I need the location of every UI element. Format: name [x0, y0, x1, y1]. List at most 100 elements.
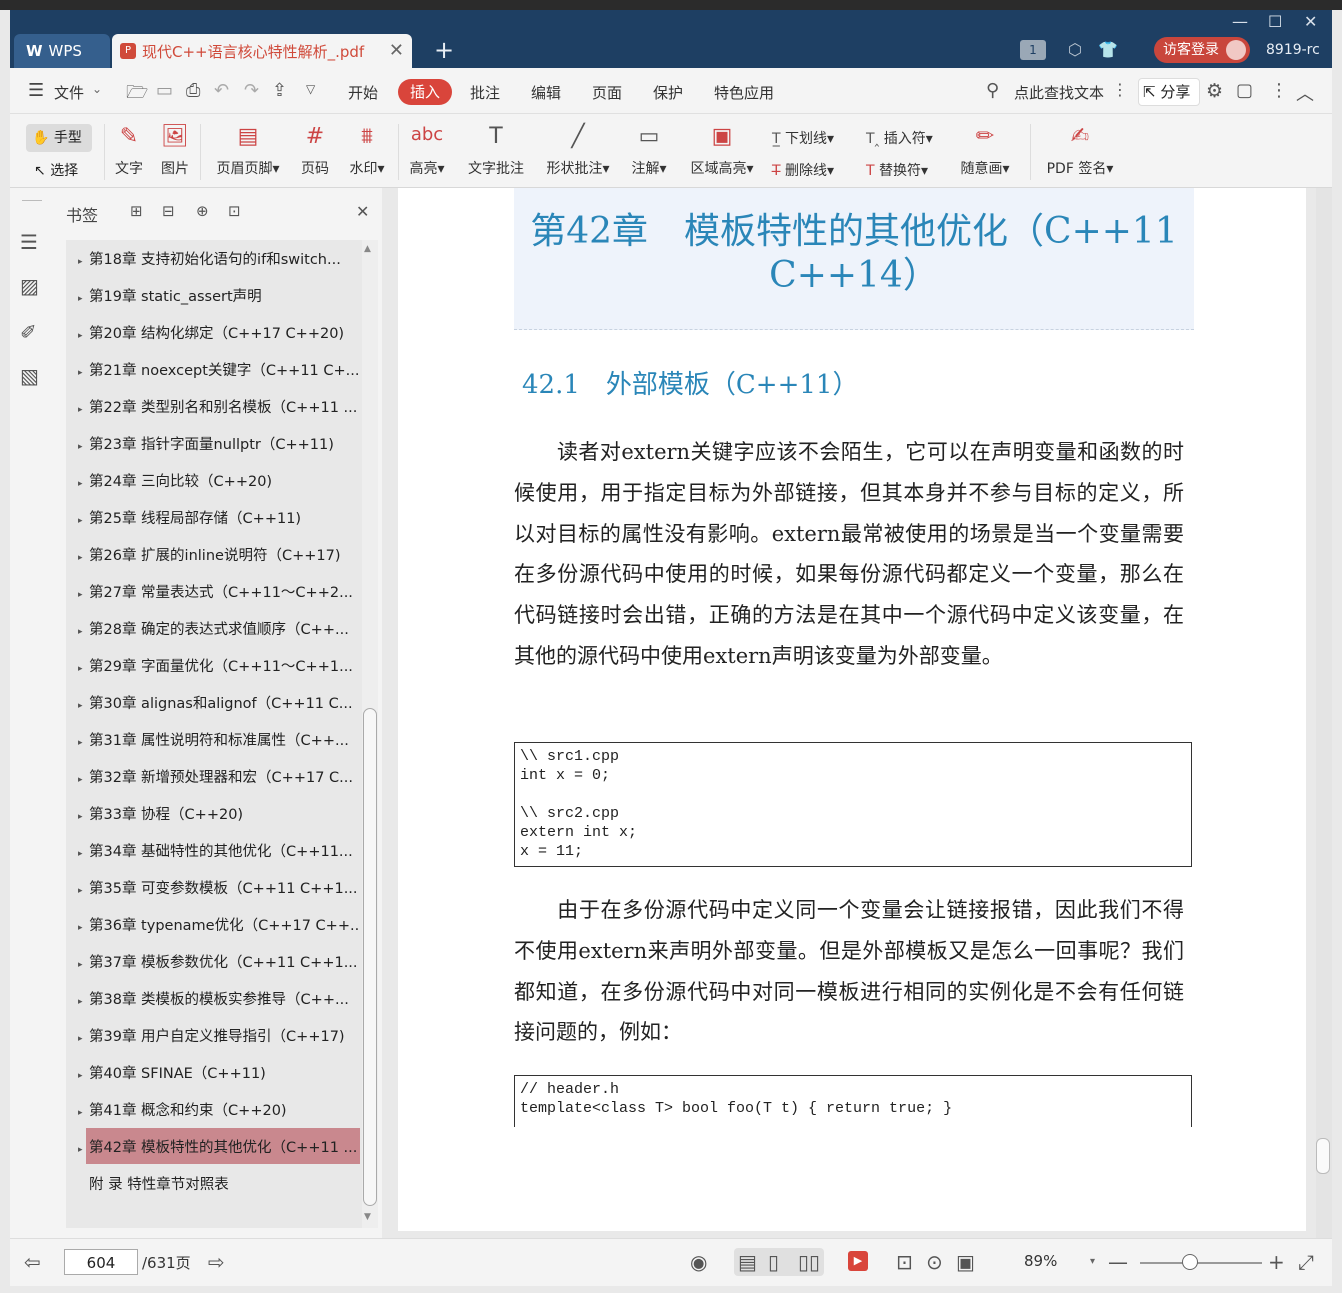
sidebar-bookmark-item[interactable]: ▸ 第20章 结构化绑定（C++17 C++20)	[78, 322, 358, 343]
shirt-icon[interactable]: 👕	[1098, 40, 1118, 59]
collapse-ribbon-icon[interactable]: ︿	[1296, 80, 1314, 106]
select-tool-button[interactable]: ↖ 选择	[34, 160, 78, 180]
document-scrollbar[interactable]	[1316, 188, 1332, 1238]
minimize-button[interactable]: —	[1232, 12, 1248, 31]
search-icon[interactable]: ⚲	[986, 80, 999, 101]
hand-tool-button[interactable]: ✋ 手型	[26, 124, 92, 152]
fit-width-icon[interactable]: ▣	[956, 1250, 975, 1274]
zoom-dropdown-icon[interactable]: ▾	[1090, 1256, 1095, 1267]
annotation-panel-icon[interactable]: ✐	[20, 320, 37, 344]
new-tab-button[interactable]: +	[434, 36, 454, 64]
tab-wps-home[interactable]: W WPS	[14, 34, 110, 68]
strikethrough-button[interactable]: T̶ 删除线▾	[772, 160, 856, 180]
highlight-button[interactable]: abc 高亮▾	[404, 124, 450, 178]
expand-arrow-icon[interactable]: ▸	[78, 442, 83, 452]
expand-arrow-icon[interactable]: ▸	[78, 1034, 83, 1044]
sidebar-bookmark-item[interactable]: ▸ 第39章 用户自定义推导指引（C++17)	[78, 1025, 358, 1046]
expand-arrow-icon[interactable]: ▸	[78, 1145, 83, 1155]
expand-arrow-icon[interactable]: ▸	[78, 960, 83, 970]
expand-arrow-icon[interactable]: ▸	[78, 257, 83, 267]
continuous-view-icon[interactable]: ▤	[738, 1250, 757, 1274]
menu-start[interactable]: 开始	[348, 82, 378, 103]
sidebar-bookmark-item[interactable]: ▸ 第28章 确定的表达式求值顺序（C++...	[78, 618, 358, 639]
close-sidebar-icon[interactable]: ✕	[356, 202, 369, 221]
freehand-button[interactable]: ✏ 随意画▾	[954, 124, 1016, 178]
document-scroll-thumb[interactable]	[1316, 1138, 1330, 1174]
undo-icon[interactable]: ↶	[214, 80, 229, 101]
expand-arrow-icon[interactable]: ▸	[78, 1108, 83, 1118]
shape-annotation-button[interactable]: ╱ 形状批注▾	[540, 124, 616, 178]
area-highlight-button[interactable]: ▣ 区域高亮▾	[684, 124, 760, 178]
expand-arrow-icon[interactable]: ▸	[78, 368, 83, 378]
page-count-badge[interactable]: 1	[1020, 40, 1046, 60]
sidebar-bookmark-item[interactable]: ▸ 第30章 alignas和alignof（C++11 C...	[78, 692, 358, 713]
close-window-button[interactable]: ✕	[1304, 12, 1317, 31]
expand-arrow-icon[interactable]: ▸	[78, 1071, 83, 1081]
expand-arrow-icon[interactable]: ▸	[78, 812, 83, 822]
attachments-icon[interactable]: ▧	[20, 364, 39, 388]
expand-arrow-icon[interactable]: ▸	[78, 701, 83, 711]
hexagon-icon[interactable]: ⬡	[1068, 40, 1082, 59]
settings-gear-icon[interactable]: ⚙	[1206, 80, 1223, 102]
fullscreen-icon[interactable]: ⤢	[1298, 1250, 1314, 1274]
zoom-in-icon[interactable]: +	[1268, 1250, 1285, 1274]
maximize-button[interactable]: ☐	[1268, 12, 1282, 31]
more-vertical-icon[interactable]: ⋮	[1112, 80, 1128, 99]
sidebar-scroll-thumb[interactable]	[363, 708, 377, 1206]
sidebar-bookmark-item[interactable]: ▸ 第27章 常量表达式（C++11～C++2...	[78, 581, 358, 602]
menu-page[interactable]: 页面	[592, 82, 622, 103]
sidebar-bookmark-item[interactable]: ▸ 第33章 协程（C++20)	[78, 803, 358, 824]
single-page-icon[interactable]: ▯	[768, 1250, 779, 1274]
text-annotation-button[interactable]: T 文字批注	[462, 124, 530, 178]
visitor-login-button[interactable]: 访客登录	[1154, 37, 1250, 63]
sidebar-bookmark-item[interactable]: ▸ 第34章 基础特性的其他优化（C++11...	[78, 840, 358, 861]
redo-icon[interactable]: ↷	[244, 80, 259, 101]
menu-edit[interactable]: 编辑	[531, 82, 561, 103]
add-bookmark-icon[interactable]: ⊕	[196, 202, 209, 220]
note-button[interactable]: ▭ 注解▾	[626, 124, 672, 178]
expand-arrow-icon[interactable]: ▸	[78, 923, 83, 933]
previous-page-icon[interactable]: ⇦	[24, 1250, 41, 1274]
insert-mark-button[interactable]: T‸ 插入符▾	[866, 128, 950, 148]
insert-image-button[interactable]: 🖼 图片	[156, 124, 194, 178]
chevron-down-icon[interactable]: ⌄	[92, 82, 102, 96]
open-folder-icon[interactable]: 🗁	[126, 80, 148, 110]
insert-text-button[interactable]: ✎ 文字	[110, 124, 148, 178]
sidebar-bookmark-item[interactable]: 附 录 特性章节对照表	[78, 1173, 358, 1194]
header-footer-button[interactable]: ▤ 页眉页脚▾	[210, 124, 286, 178]
share-button[interactable]: ⇱ 分享	[1138, 78, 1200, 106]
expand-arrow-icon[interactable]: ▸	[78, 331, 83, 341]
expand-arrow-icon[interactable]: ▸	[78, 886, 83, 896]
sidebar-bookmark-item[interactable]: ▸ 第25章 线程局部存储（C++11)	[78, 507, 358, 528]
watermark-button[interactable]: ⩩ 水印▾	[344, 124, 390, 178]
export-icon[interactable]: ⇪	[272, 80, 287, 101]
menu-annotate[interactable]: 批注	[470, 82, 500, 103]
zoom-level[interactable]: 89%	[1024, 1252, 1057, 1270]
bookmark-list-icon[interactable]: ☰	[20, 230, 38, 254]
menu-insert[interactable]: 插入	[398, 79, 452, 105]
expand-arrow-icon[interactable]: ▸	[78, 294, 83, 304]
sidebar-bookmark-item[interactable]: ▸ 第24章 三向比较（C++20)	[78, 470, 358, 491]
expand-arrow-icon[interactable]: ▸	[78, 997, 83, 1007]
sidebar-bookmark-item[interactable]: ▸ 第35章 可变参数模板（C++11 C++1...	[78, 877, 358, 898]
zoom-out-icon[interactable]: —	[1108, 1250, 1128, 1274]
hamburger-icon[interactable]: ☰	[28, 80, 44, 101]
sidebar-bookmark-item[interactable]: ▸ 第41章 概念和约束（C++20)	[78, 1099, 358, 1120]
tab-document[interactable]: P 现代C++语言核心特性解析_.pdf ✕	[112, 34, 412, 68]
scroll-down-icon[interactable]: ▼	[364, 1212, 371, 1222]
print-icon[interactable]: ⎙	[186, 80, 200, 101]
zoom-slider[interactable]	[1140, 1262, 1262, 1264]
expand-bookmarks-icon[interactable]: ⊞	[130, 202, 143, 220]
expand-arrow-icon[interactable]: ▸	[78, 849, 83, 859]
menu-protect[interactable]: 保护	[653, 82, 683, 103]
expand-arrow-icon[interactable]: ▸	[78, 405, 83, 415]
sidebar-bookmark-item[interactable]: ▸ 第26章 扩展的inline说明符（C++17)	[78, 544, 358, 565]
expand-arrow-icon[interactable]: ▸	[78, 627, 83, 637]
expand-arrow-icon[interactable]: ▸	[78, 590, 83, 600]
menu-special[interactable]: 特色应用	[714, 82, 774, 103]
sidebar-bookmark-item[interactable]: ▸ 第36章 typename优化（C++17 C++...	[78, 914, 358, 935]
sidebar-bookmark-item[interactable]: ▸ 第21章 noexcept关键字（C++11 C+...	[78, 359, 358, 380]
expand-arrow-icon[interactable]: ▸	[78, 738, 83, 748]
sidebar-bookmark-item[interactable]: ▸ 第19章 static_assert声明	[78, 285, 358, 306]
scroll-up-icon[interactable]: ▲	[364, 244, 371, 254]
